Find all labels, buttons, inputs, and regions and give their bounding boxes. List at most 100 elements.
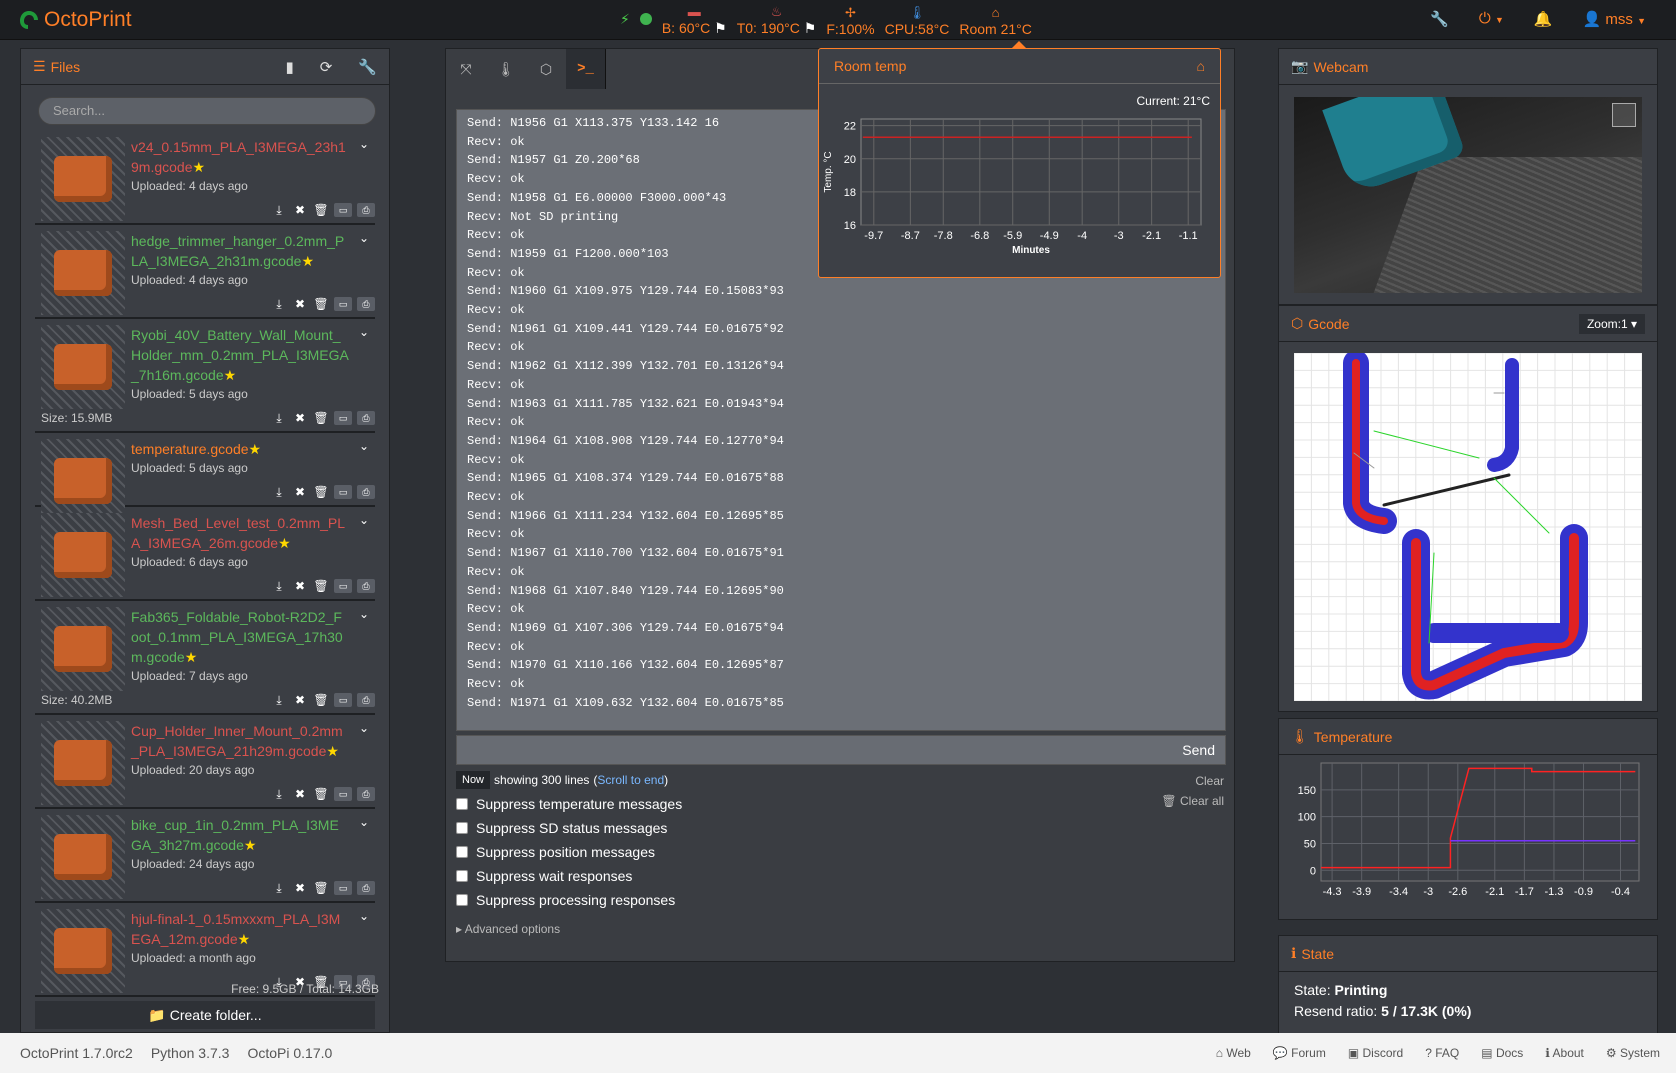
footer-link-discord[interactable]: ▣ Discord — [1348, 1046, 1403, 1060]
file-name[interactable]: hjul-final-1_0.15mxxxm_PLA_I3MEGA_12m.gc… — [131, 909, 375, 949]
folder-open-icon[interactable]: ▭ — [334, 202, 352, 217]
file-name[interactable]: Fab365_Foldable_Robot-R2D2_Foot_0.1mm_PL… — [131, 607, 375, 667]
star-icon[interactable]: ★ — [185, 649, 198, 665]
suppress-temperature-checkbox[interactable]: Suppress temperature messages — [456, 796, 682, 812]
tool-temp-status[interactable]: ♨ T0: 190°C ⚑ — [737, 4, 817, 37]
sd-card-icon[interactable]: ▮ — [285, 58, 293, 76]
print-icon[interactable]: ⎙ — [357, 202, 375, 217]
wrench-icon[interactable]: 🔧 — [358, 58, 377, 76]
create-folder-button[interactable]: 📁 Create folder... — [35, 1001, 375, 1029]
file-name[interactable]: hedge_trimmer_hanger_0.2mm_PLA_I3MEGA_2h… — [131, 231, 375, 271]
checkbox[interactable] — [456, 798, 468, 810]
footer-link-docs[interactable]: ▤ Docs — [1481, 1046, 1523, 1060]
user-menu[interactable]: 👤 mss ▼ — [1583, 10, 1646, 28]
chevron-down-icon[interactable]: ⌄ — [359, 137, 369, 151]
remove-icon[interactable]: ✖ — [292, 787, 308, 802]
chevron-down-icon[interactable]: ⌄ — [359, 721, 369, 735]
folder-open-icon[interactable]: ▭ — [334, 880, 352, 895]
file-item[interactable]: ⌄ Cup_Holder_Inner_Mount_0.2mm_PLA_I3MEGA… — [35, 715, 375, 809]
file-name[interactable]: bike_cup_1in_0.2mm_PLA_I3MEGA_3h27m.gcod… — [131, 815, 375, 855]
refresh-icon[interactable]: ⟳ — [320, 58, 333, 76]
file-name[interactable]: Cup_Holder_Inner_Mount_0.2mm_PLA_I3MEGA_… — [131, 721, 375, 761]
power-menu[interactable]: ⏻ ▼ — [1479, 10, 1504, 28]
remove-icon[interactable]: ✖ — [292, 485, 308, 500]
footer-link-web[interactable]: ⌂ Web — [1216, 1046, 1251, 1060]
star-icon[interactable]: ★ — [244, 837, 257, 853]
star-icon[interactable]: ★ — [301, 253, 314, 269]
remove-icon[interactable]: ✖ — [292, 203, 308, 218]
footer-link-about[interactable]: ℹ About — [1545, 1046, 1584, 1060]
trash-icon[interactable]: 🗑 — [313, 411, 329, 426]
file-item[interactable]: ⌄temperature.gcode★Uploaded: 5 days agoS… — [35, 433, 375, 523]
folder-open-icon[interactable]: ▭ — [334, 786, 352, 801]
folder-open-icon[interactable]: ▭ — [334, 296, 352, 311]
bell-icon[interactable]: 🔔 — [1534, 10, 1553, 28]
file-name[interactable]: temperature.gcode★ — [131, 439, 375, 459]
file-item[interactable]: ⌄ Mesh_Bed_Level_test_0.2mm_PLA_I3MEGA_26… — [35, 507, 375, 601]
brand[interactable]: OctoPrint — [18, 8, 132, 32]
trash-icon[interactable]: 🗑 — [313, 693, 329, 708]
file-name[interactable]: Ryobi_40V_Battery_Wall_Mount_Holder_mm_0… — [131, 325, 375, 385]
print-icon[interactable]: ⎙ — [357, 786, 375, 801]
suppress-wait-checkbox[interactable]: Suppress wait responses — [456, 868, 632, 884]
star-icon[interactable]: ★ — [278, 535, 291, 551]
star-icon[interactable]: ★ — [326, 743, 339, 759]
footer-link-system[interactable]: ⚙ System — [1606, 1046, 1660, 1060]
send-button[interactable]: Send — [1182, 742, 1215, 758]
file-name[interactable]: v24_0.15mm_PLA_I3MEGA_23h19m.gcode★ — [131, 137, 375, 177]
search-input[interactable]: Search... — [38, 97, 376, 125]
star-icon[interactable]: ★ — [249, 441, 262, 457]
print-icon[interactable]: ⎙ — [357, 296, 375, 311]
checkbox[interactable] — [456, 870, 468, 882]
suppress-sd-status-checkbox[interactable]: Suppress SD status messages — [456, 820, 667, 836]
trash-icon[interactable]: 🗑 — [313, 485, 329, 500]
file-item[interactable]: ⌄ bike_cup_1in_0.2mm_PLA_I3MEGA_3h27m.gco… — [35, 809, 375, 903]
print-icon[interactable]: ⎙ — [357, 880, 375, 895]
star-icon[interactable]: ★ — [224, 367, 237, 383]
trash-icon[interactable]: 🗑 — [313, 297, 329, 312]
chevron-down-icon[interactable]: ⌄ — [359, 607, 369, 621]
clear-link[interactable]: Clear — [1161, 771, 1224, 791]
gcode-viewer-canvas[interactable] — [1294, 353, 1642, 701]
fan-status[interactable]: ✢ F:100% — [826, 5, 874, 37]
file-item[interactable]: ⌄ hedge_trimmer_hanger_0.2mm_PLA_I3MEGA_2… — [35, 225, 375, 319]
remove-icon[interactable]: ✖ — [292, 297, 308, 312]
star-icon[interactable]: ★ — [192, 159, 205, 175]
suppress-processing-checkbox[interactable]: Suppress processing responses — [456, 892, 675, 908]
remove-icon[interactable]: ✖ — [292, 693, 308, 708]
checkbox[interactable] — [456, 894, 468, 906]
file-item[interactable]: ⌄ Fab365_Foldable_Robot-R2D2_Foot_0.1mm_P… — [35, 601, 375, 715]
trash-icon[interactable]: 🗑 — [313, 579, 329, 594]
cpu-temp-status[interactable]: 🌡 CPU:58°C — [885, 5, 950, 37]
trash-icon[interactable]: 🗑 — [313, 881, 329, 896]
remove-icon[interactable]: ✖ — [292, 579, 308, 594]
file-name[interactable]: Mesh_Bed_Level_test_0.2mm_PLA_I3MEGA_26m… — [131, 513, 375, 553]
footer-link-faq[interactable]: ? FAQ — [1425, 1046, 1459, 1060]
tab-terminal[interactable]: >_ — [566, 49, 606, 89]
download-icon[interactable]: ⤓ — [271, 881, 287, 896]
checkbox[interactable] — [456, 822, 468, 834]
folder-open-icon[interactable]: ▭ — [334, 484, 352, 499]
trash-icon[interactable]: 🗑 — [313, 203, 329, 218]
chevron-down-icon[interactable]: ⌄ — [359, 513, 369, 527]
download-icon[interactable]: ⤓ — [271, 579, 287, 594]
chevron-down-icon[interactable]: ⌄ — [359, 325, 369, 339]
download-icon[interactable]: ⤓ — [271, 203, 287, 218]
star-icon[interactable]: ★ — [238, 931, 251, 947]
remove-icon[interactable]: ✖ — [292, 881, 308, 896]
tab-control[interactable]: ⤧ — [446, 49, 486, 89]
fullscreen-icon[interactable] — [1612, 103, 1636, 127]
chevron-down-icon[interactable]: ⌄ — [359, 439, 369, 453]
checkbox[interactable] — [456, 846, 468, 858]
zoom-dropdown[interactable]: Zoom:1 ▾ — [1578, 313, 1645, 334]
connection-indicator[interactable]: ⚡ — [620, 1, 630, 37]
chevron-down-icon[interactable]: ⌄ — [359, 909, 369, 923]
tab-gcode-viewer[interactable]: ⬡ — [526, 49, 566, 89]
remove-icon[interactable]: ✖ — [292, 411, 308, 426]
settings-wrench-icon[interactable]: 🔧 — [1430, 10, 1449, 28]
download-icon[interactable]: ⤓ — [271, 485, 287, 500]
print-icon[interactable]: ⎙ — [357, 578, 375, 593]
download-icon[interactable]: ⤓ — [271, 787, 287, 802]
chevron-down-icon[interactable]: ⌄ — [359, 815, 369, 829]
room-temp-status[interactable]: ⌂ Room 21°C — [959, 5, 1032, 37]
